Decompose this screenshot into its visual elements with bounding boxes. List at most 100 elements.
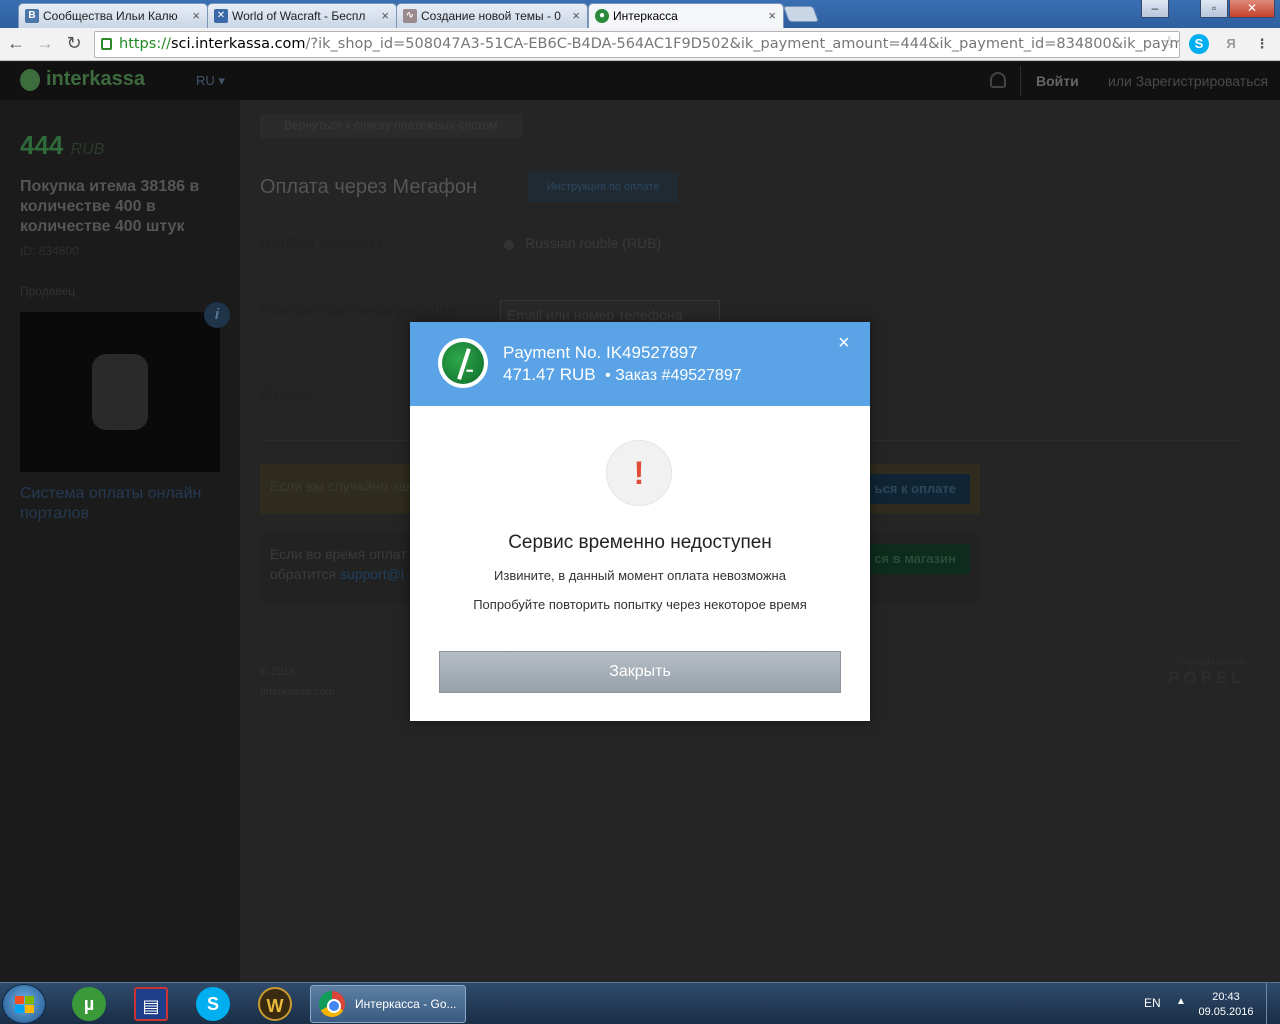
login-link[interactable]: Войти bbox=[1036, 73, 1079, 89]
error-modal: ••• Payment No. IK49527897 471.47 RUB • … bbox=[410, 322, 870, 721]
taskbar-chrome-window[interactable]: Интеркасса - Go... bbox=[310, 985, 466, 1023]
amount-currency: RUB bbox=[70, 141, 105, 158]
close-window-button[interactable]: ✕ bbox=[1229, 0, 1275, 18]
tray-expand-icon[interactable]: ▲ bbox=[1176, 996, 1186, 1007]
header-divider bbox=[1020, 66, 1021, 96]
sum-label: Сумма bbox=[260, 386, 313, 403]
forum-icon: ∿ bbox=[403, 9, 417, 23]
language-selector[interactable]: RU ▾ bbox=[196, 73, 225, 89]
reload-icon[interactable]: ↻ bbox=[63, 33, 85, 54]
maximize-button[interactable]: ▫ bbox=[1200, 0, 1228, 18]
copyright-text: © 2016 bbox=[260, 666, 296, 678]
tab-close-icon[interactable]: × bbox=[768, 8, 776, 23]
lock-icon bbox=[101, 38, 112, 50]
design-label: Оформление bbox=[1177, 656, 1246, 668]
logo-text: interkassa bbox=[46, 68, 145, 90]
megafon-logo-icon: ••• bbox=[438, 338, 488, 388]
copyright-link[interactable]: Interkassa.com bbox=[260, 682, 335, 702]
tab-vk-communities[interactable]: B Сообщества Ильи Калю × bbox=[18, 3, 208, 28]
task-label: Интеркасса - Go... bbox=[355, 997, 457, 1011]
new-tab-button[interactable] bbox=[783, 6, 819, 22]
order-sidebar: 444 RUB Покупка итема 38186 в количестве… bbox=[0, 100, 240, 982]
design-brand[interactable]: POPEL bbox=[1168, 668, 1246, 688]
chrome-icon bbox=[319, 991, 345, 1017]
show-desktop-button[interactable] bbox=[1266, 983, 1280, 1024]
tools-icon: ✕ bbox=[214, 9, 228, 23]
modal-heading: Сервис временно недоступен bbox=[508, 532, 772, 553]
yandex-extension-icon[interactable]: Я bbox=[1221, 34, 1241, 54]
forward-arrow-icon[interactable]: → bbox=[34, 33, 56, 54]
interkassa-logo[interactable]: interkassa bbox=[20, 68, 145, 91]
modal-payment-number: Payment No. IK49527897 bbox=[503, 343, 698, 362]
megafon-dots: ••• bbox=[466, 366, 474, 376]
payment-system-link[interactable]: Система оплаты онлайн порталов bbox=[20, 484, 220, 524]
clock-date: 09.05.2016 bbox=[1198, 1006, 1254, 1018]
modal-order: • Заказ #49527897 bbox=[605, 367, 742, 384]
support-email-link[interactable]: support@i bbox=[340, 566, 404, 582]
footer-copyright: © 2016 Interkassa.com bbox=[260, 662, 335, 702]
payment-id: ID: 834800 bbox=[20, 244, 79, 258]
skype-extension-icon[interactable]: S bbox=[1189, 34, 1209, 54]
browser-toolbar: ← → ↻ https://sci.interkassa.com/?ik_sho… bbox=[0, 28, 1280, 61]
menu-icon[interactable]: ⋮ bbox=[1252, 34, 1272, 54]
modal-close-icon[interactable]: × bbox=[838, 332, 850, 355]
contact-label: Контактная информация bbox=[260, 302, 457, 319]
wow-icon[interactable]: W bbox=[258, 987, 292, 1021]
skype-icon[interactable]: S bbox=[196, 987, 230, 1021]
info-icon[interactable]: i bbox=[204, 302, 230, 328]
modal-header: ••• Payment No. IK49527897 471.47 RUB • … bbox=[410, 322, 870, 406]
support-headset-icon[interactable] bbox=[990, 72, 1006, 88]
tab-label: Сообщества Ильи Калю bbox=[43, 9, 178, 23]
back-to-list-button[interactable]: Вернуться к списку платежных систем bbox=[260, 114, 522, 138]
modal-subtitle: 471.47 RUB • Заказ #49527897 bbox=[503, 365, 742, 385]
payment-title: Оплата через Мегафон bbox=[260, 176, 478, 198]
tab-close-icon[interactable]: × bbox=[192, 8, 200, 23]
return-to-shop-button[interactable]: ся в магазин bbox=[854, 544, 970, 574]
logo-icon bbox=[20, 68, 40, 91]
keyboard-language[interactable]: EN bbox=[1144, 996, 1161, 1010]
save-app-icon[interactable]: ▤ bbox=[134, 987, 168, 1021]
back-arrow-icon[interactable]: ← bbox=[5, 33, 27, 54]
browser-tab-bar: B Сообщества Ильи Калю × ✕ World of Wacr… bbox=[0, 0, 1280, 29]
amount-value: 444 bbox=[20, 130, 64, 160]
tab-interkassa[interactable]: ● Интеркасса × bbox=[588, 3, 784, 29]
currency-radio[interactable] bbox=[504, 240, 514, 250]
product-description: Покупка итема 38186 в количестве 400 в к… bbox=[20, 178, 200, 235]
tab-world-of-warcraft[interactable]: ✕ World of Wacraft - Беспл × bbox=[207, 3, 397, 28]
minimize-button[interactable]: – bbox=[1141, 0, 1169, 18]
currency-option[interactable]: Russian rouble (RUB) bbox=[525, 235, 661, 251]
windows-logo-icon bbox=[15, 996, 35, 1014]
tab-label: Интеркасса bbox=[613, 9, 678, 23]
start-button[interactable] bbox=[2, 984, 46, 1024]
windows-taskbar: µ ▤ S W Интеркасса - Go... EN ▲ 20:43 09… bbox=[0, 982, 1280, 1024]
instructions-button[interactable]: Инструкция по оплате bbox=[528, 172, 678, 202]
clock-time: 20:43 bbox=[1212, 991, 1240, 1003]
megafon-logo-inner: ••• bbox=[442, 342, 484, 384]
utorrent-icon[interactable]: µ bbox=[72, 987, 106, 1021]
bookmark-star-icon[interactable]: ☆ bbox=[1162, 32, 1176, 52]
close-button[interactable]: Закрыть bbox=[439, 651, 841, 693]
modal-message-1: Извините, в данный момент оплата невозмо… bbox=[494, 568, 786, 583]
site-header: interkassa RU ▾ Войти или Зарегистрирова… bbox=[0, 62, 1280, 100]
system-clock[interactable]: 20:43 09.05.2016 bbox=[1196, 990, 1256, 1020]
url-query: /?ik_shop_id=508047A3-51CA-EB6C-B4DA-564… bbox=[305, 36, 1180, 52]
tab-close-icon[interactable]: × bbox=[572, 8, 580, 23]
modal-amount: 471.47 RUB bbox=[503, 365, 596, 384]
tab-new-topic[interactable]: ∿ Создание новой темы - 0 × bbox=[396, 3, 588, 28]
register-link[interactable]: или Зарегистрироваться bbox=[1108, 73, 1268, 89]
alert-icon: ! bbox=[606, 440, 672, 506]
vk-icon: B bbox=[25, 9, 39, 23]
tab-label: World of Wacraft - Беспл bbox=[232, 9, 366, 23]
seller-label: Продавец bbox=[20, 284, 76, 298]
order-amount: 444 RUB bbox=[20, 130, 104, 161]
return-to-payment-button[interactable]: ься к оплате bbox=[854, 474, 970, 504]
user-placeholder-icon bbox=[92, 354, 148, 430]
seller-avatar bbox=[20, 312, 220, 472]
design-credit: Оформление POPEL bbox=[1168, 656, 1246, 688]
tab-close-icon[interactable]: × bbox=[381, 8, 389, 23]
currency-label: Выбор валюты bbox=[260, 236, 383, 253]
address-bar[interactable]: https://sci.interkassa.com/?ik_shop_id=5… bbox=[94, 31, 1180, 58]
tab-label: Создание новой темы - 0 bbox=[421, 9, 561, 23]
url-host: sci.interkassa.com bbox=[170, 36, 306, 52]
interkassa-icon: ● bbox=[595, 9, 609, 23]
